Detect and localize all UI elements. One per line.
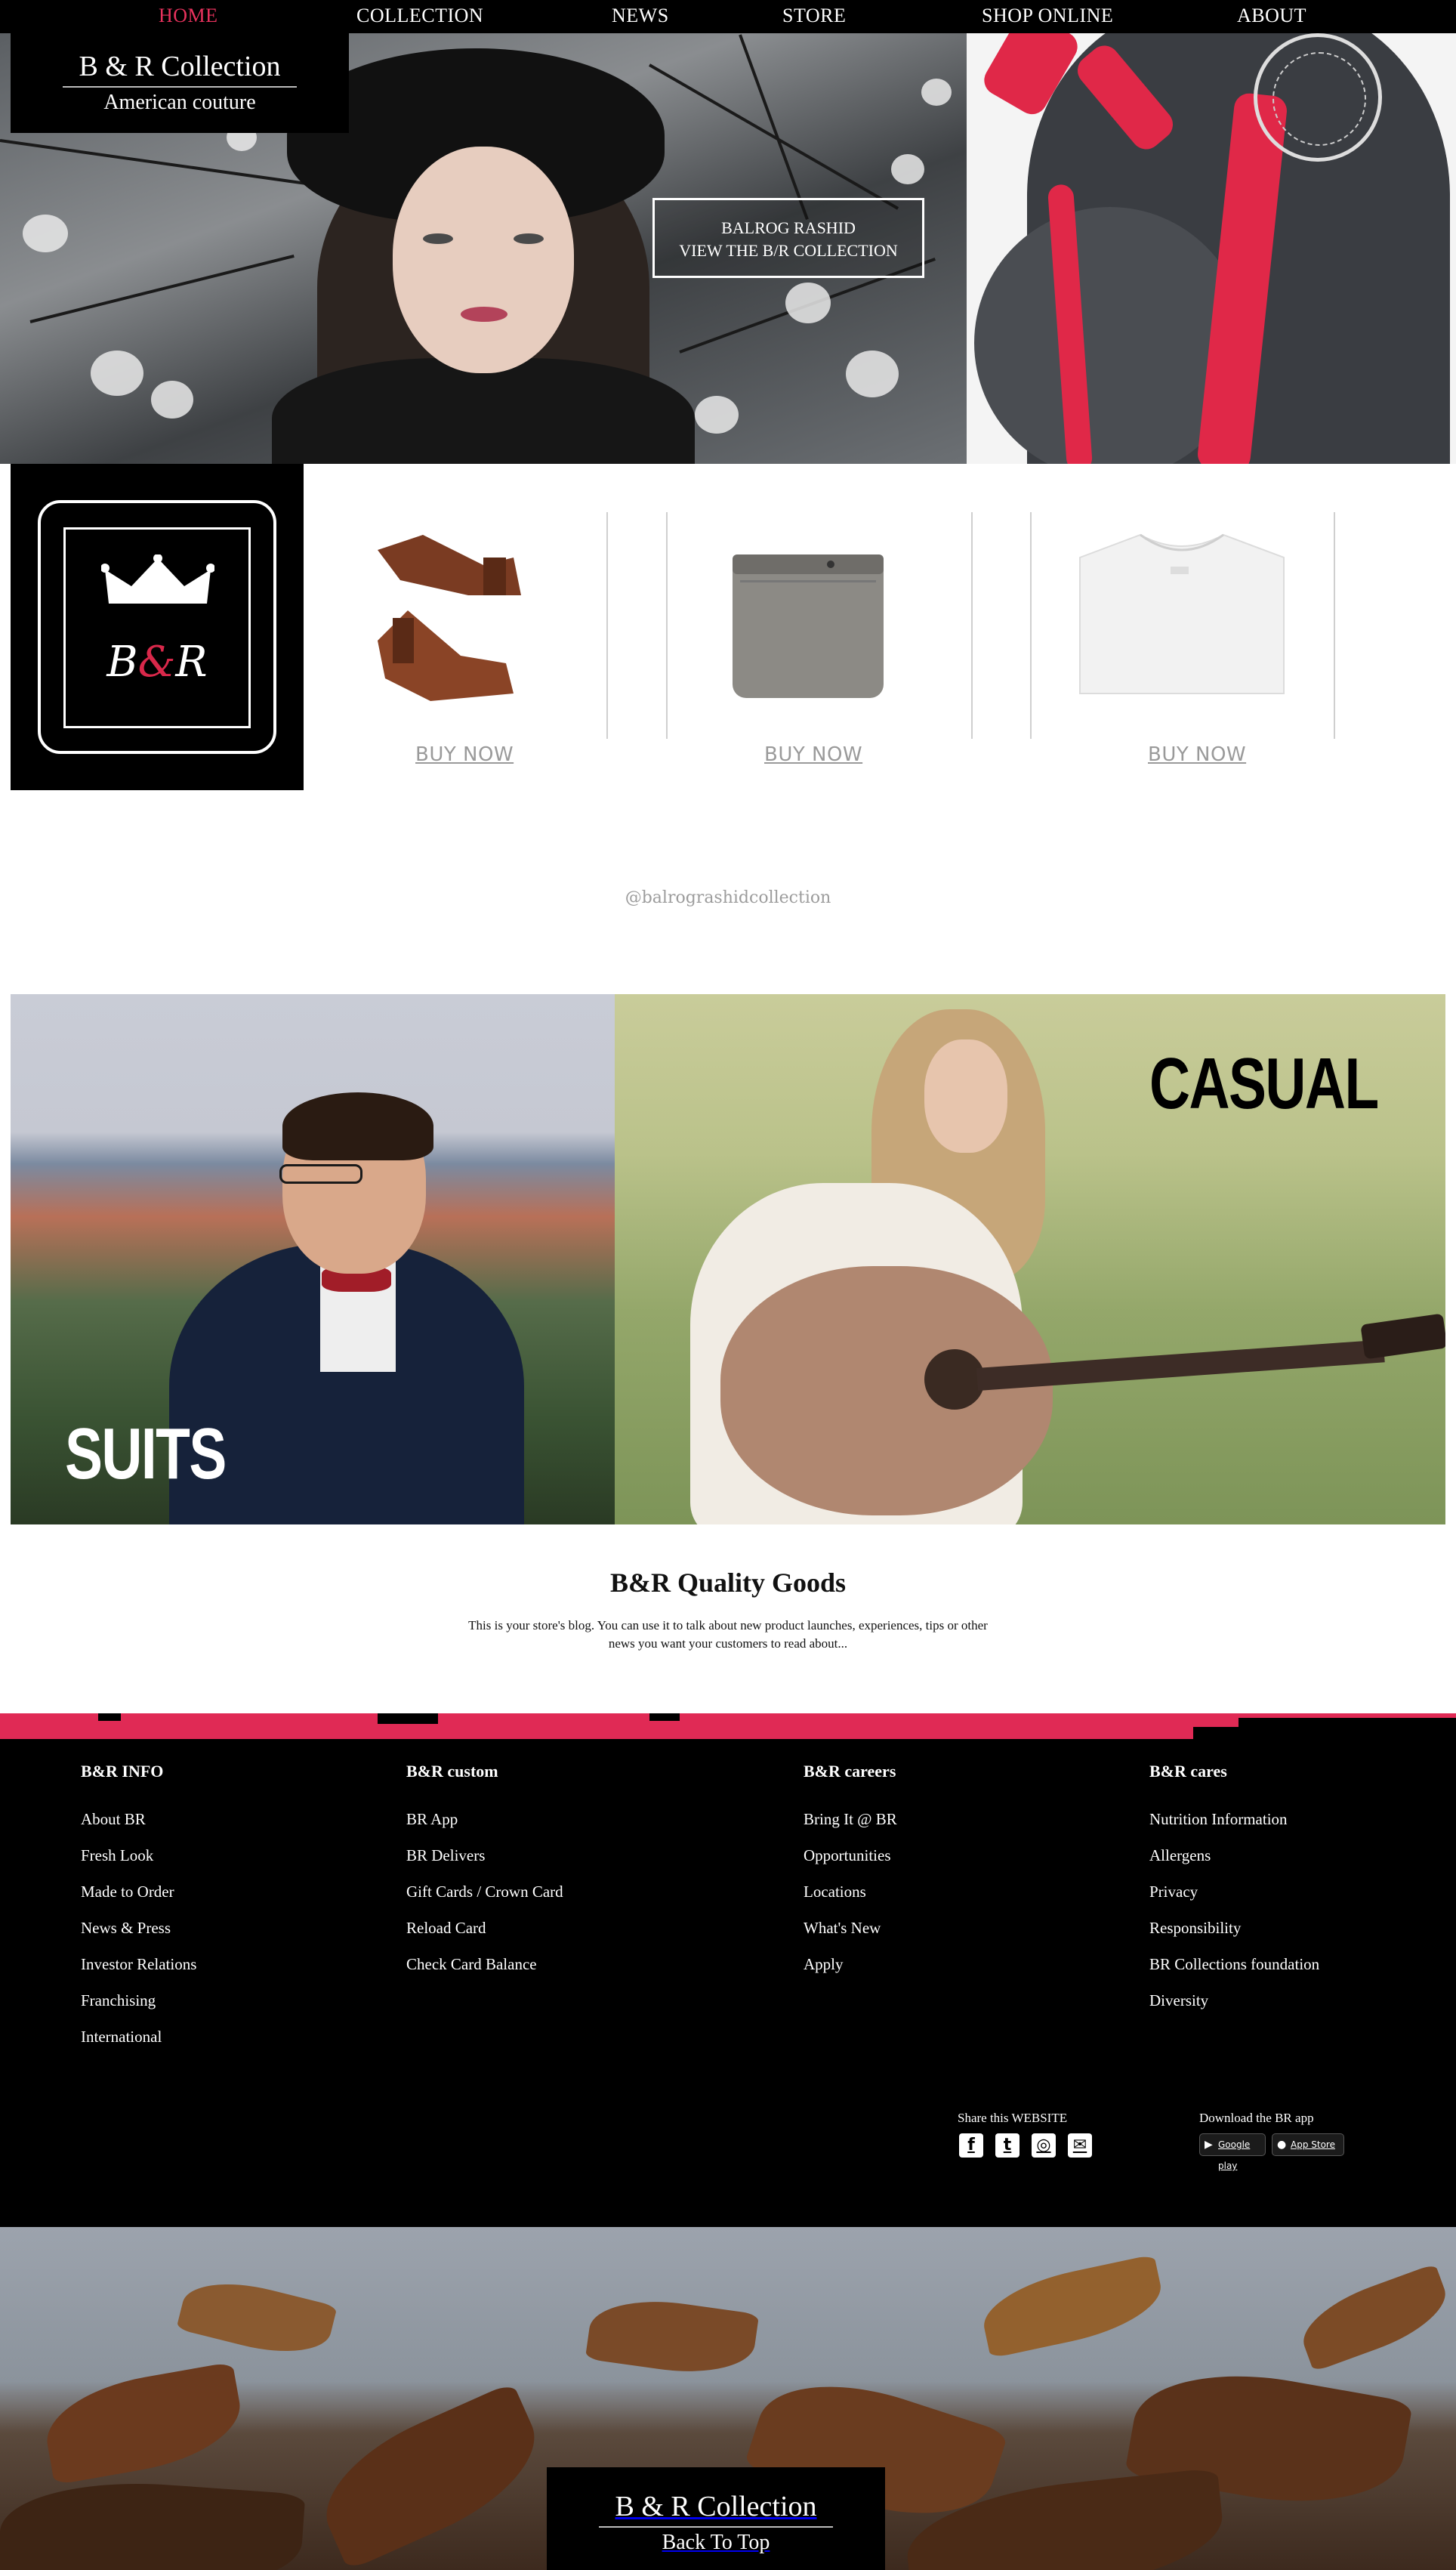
buy-now-trousers-button[interactable]: BUY NOW xyxy=(764,743,862,766)
footer-link[interactable]: Franchising xyxy=(81,1991,196,2011)
product-tshirt[interactable] xyxy=(1057,512,1306,739)
trousers-image xyxy=(733,554,884,698)
apple-icon: ● xyxy=(1277,2139,1287,2151)
footer-link[interactable]: Fresh Look xyxy=(81,1846,196,1866)
footer-link[interactable]: About BR xyxy=(81,1810,196,1830)
footer-link[interactable]: News & Press xyxy=(81,1919,196,1938)
mail-icon[interactable]: ✉ xyxy=(1068,2133,1092,2158)
view-collection-button[interactable]: BALROG RASHID VIEW THE B/R COLLECTION xyxy=(652,198,924,278)
blog-title: B&R Quality Goods xyxy=(609,1568,847,1598)
crown-icon xyxy=(101,554,214,604)
footer-link[interactable]: Gift Cards / Crown Card xyxy=(406,1883,563,1902)
brand-logo-box[interactable]: B & R Collection American couture xyxy=(11,33,349,133)
footer-link[interactable]: Apply xyxy=(804,1955,897,1975)
social-handle[interactable]: @balrograshidcollection xyxy=(0,888,1456,907)
back-to-top-label: Back To Top xyxy=(662,2531,770,2554)
back-to-top-button[interactable]: B & R Collection Back To Top xyxy=(547,2467,885,2570)
share-label: Share this WEBSITE xyxy=(958,2111,1068,2125)
app-store-badge[interactable]: ● App Store xyxy=(1272,2133,1344,2156)
footer-link[interactable]: Privacy xyxy=(1149,1883,1319,1902)
brand-title: B & R Collection xyxy=(79,51,281,82)
buy-now-tshirt-button[interactable]: BUY NOW xyxy=(1148,743,1246,766)
tshirt-image xyxy=(1079,533,1285,694)
footer-link[interactable]: Investor Relations xyxy=(81,1955,196,1975)
paint-stroke-divider xyxy=(0,1713,1456,1741)
product-divider xyxy=(666,512,668,739)
page: HOME COLLECTION NEWS STORE SHOP ONLINE A… xyxy=(0,0,1456,2570)
footer-link[interactable]: Check Card Balance xyxy=(406,1955,563,1975)
google-play-icon: ▶ xyxy=(1205,2139,1213,2151)
footer-link[interactable]: International xyxy=(81,2028,196,2047)
footer-link[interactable]: Diversity xyxy=(1149,1991,1319,2011)
twitter-icon[interactable]: t xyxy=(995,2133,1020,2158)
buy-now-boots-button[interactable]: BUY NOW xyxy=(415,743,514,766)
product-divider xyxy=(1334,512,1335,739)
footer-link[interactable]: What's New xyxy=(804,1919,897,1938)
footer-heading: B&R careers xyxy=(804,1762,896,1781)
instagram-icon[interactable]: ◎ xyxy=(1032,2133,1056,2158)
footer-link[interactable]: Opportunities xyxy=(804,1846,897,1866)
footer-link[interactable]: Nutrition Information xyxy=(1149,1810,1319,1830)
br-monogram: B&R xyxy=(106,638,208,687)
footer-col-careers: B&R careers Bring It @ BR Opportunities … xyxy=(804,1762,897,1991)
back-to-top-divider xyxy=(599,2526,833,2528)
cta-line-1: BALROG RASHID xyxy=(721,218,856,237)
hero-image-painted-figure xyxy=(967,33,1456,464)
footer-link[interactable]: Bring It @ BR xyxy=(804,1810,897,1830)
nav-news[interactable]: NEWS xyxy=(612,5,669,27)
nav-store[interactable]: STORE xyxy=(782,5,846,27)
casual-label: CASUAL xyxy=(1149,1043,1379,1124)
facebook-icon[interactable]: f xyxy=(959,2133,983,2158)
footer-heading: B&R INFO xyxy=(81,1762,164,1781)
cta-line-2: VIEW THE B/R COLLECTION xyxy=(679,241,898,260)
br-crest-logo: B&R xyxy=(11,464,304,790)
footer-link[interactable]: Responsibility xyxy=(1149,1919,1319,1938)
footer-link[interactable]: Made to Order xyxy=(81,1883,196,1902)
footer-link[interactable]: Locations xyxy=(804,1883,897,1902)
boots-image xyxy=(378,535,521,701)
app-download-label: Download the BR app xyxy=(1199,2111,1314,2125)
footer-link[interactable]: Reload Card xyxy=(406,1919,563,1938)
footer-link[interactable]: BR Delivers xyxy=(406,1846,563,1866)
google-play-badge[interactable]: ▶ Google play xyxy=(1199,2133,1266,2171)
blog-description: This is your store's blog. You can use i… xyxy=(468,1618,988,1651)
back-to-top-title: B & R Collection xyxy=(615,2491,817,2522)
footer-col-cares: B&R cares Nutrition Information Allergen… xyxy=(1149,1762,1319,2028)
earring-icon xyxy=(1254,33,1382,162)
footer-heading: B&R custom xyxy=(406,1762,498,1781)
brand-subtitle: American couture xyxy=(103,91,256,114)
nav-shop-online[interactable]: SHOP ONLINE xyxy=(982,5,1113,27)
footer-link[interactable]: BR Collections foundation xyxy=(1149,1955,1319,1975)
product-boots[interactable] xyxy=(332,512,574,739)
footer-col-info: B&R INFO About BR Fresh Look Made to Ord… xyxy=(81,1762,196,2064)
top-nav: HOME COLLECTION NEWS STORE SHOP ONLINE A… xyxy=(0,0,1456,33)
product-divider xyxy=(1030,512,1032,739)
nav-about[interactable]: ABOUT xyxy=(1237,5,1306,27)
product-trousers[interactable] xyxy=(695,512,921,739)
footer-col-custom: B&R custom BR App BR Delivers Gift Cards… xyxy=(406,1762,563,1991)
footer-heading: B&R cares xyxy=(1149,1762,1227,1781)
product-divider xyxy=(971,512,973,739)
footer-link[interactable]: BR App xyxy=(406,1810,563,1830)
nav-home[interactable]: HOME xyxy=(159,5,218,27)
product-divider xyxy=(606,512,608,739)
nav-collection[interactable]: COLLECTION xyxy=(356,5,483,27)
brand-divider xyxy=(63,86,297,88)
suits-label: SUITS xyxy=(65,1413,227,1494)
footer-link[interactable]: Allergens xyxy=(1149,1846,1319,1866)
